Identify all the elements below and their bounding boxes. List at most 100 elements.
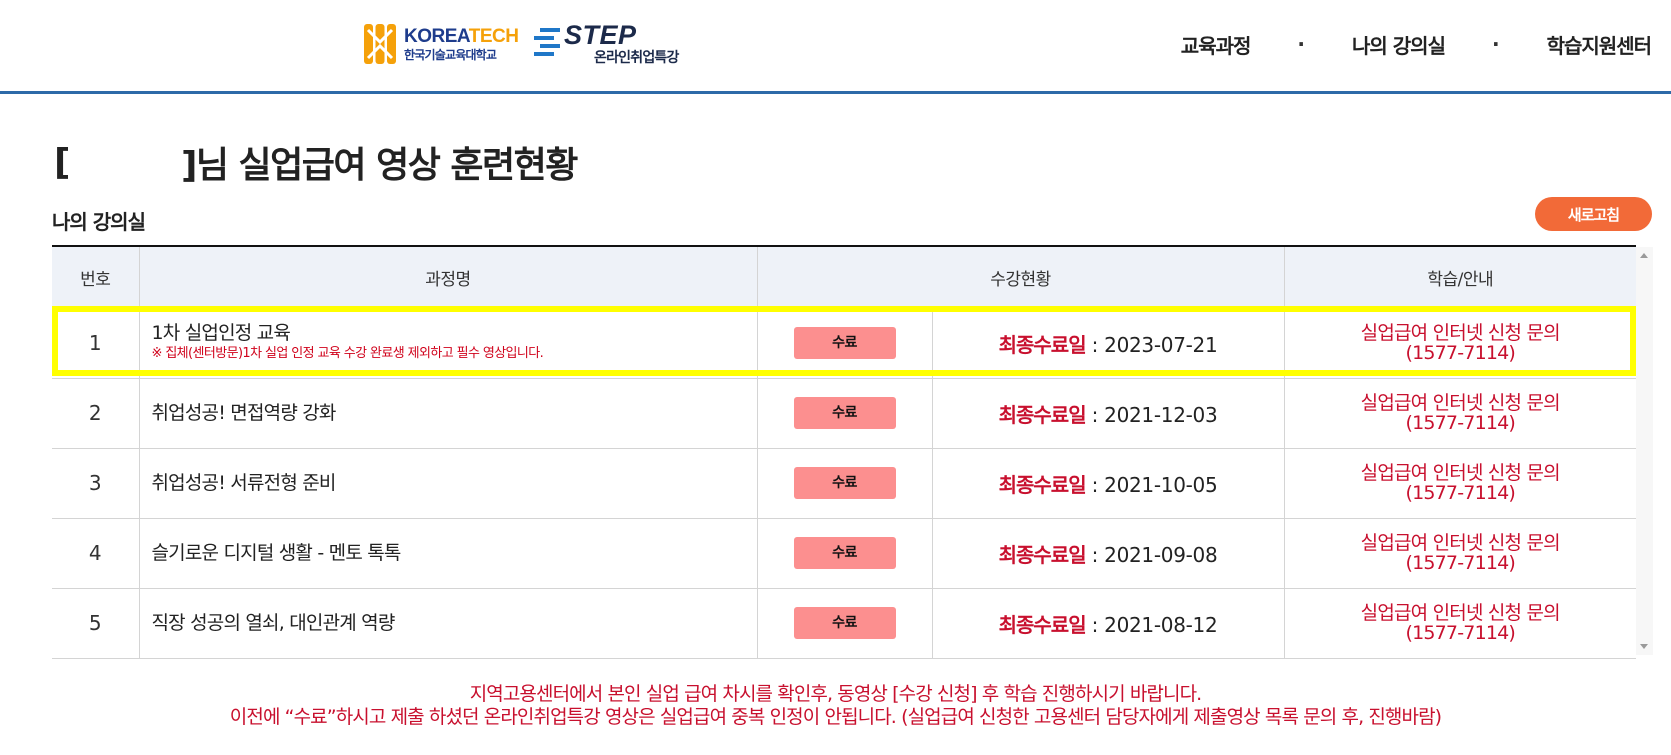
completion-date-label: 최종수료일 [998, 332, 1087, 357]
header-status: 수강현황 [757, 247, 1285, 309]
table-row: 2 취업성공! 면접역량 강화 수료 최종수료일 : 2021-12-03 실업… [52, 378, 1637, 449]
scroll-up-arrow-icon[interactable] [1640, 253, 1648, 258]
completion-date-value: 2023-07-21 [1104, 332, 1218, 357]
refresh-button[interactable]: 새로고침 [1535, 197, 1652, 231]
completed-badge[interactable]: 수료 [793, 327, 896, 359]
completed-badge[interactable]: 수료 [793, 537, 896, 569]
step-logo-text: STEP [564, 20, 637, 50]
guide-phone[interactable]: (1577-7114) [1285, 553, 1637, 573]
course-note: ※ 집체(센터방문)1차 실업 인정 교육 수강 완료생 제외하고 필수 영상입… [151, 346, 544, 361]
guide-phone[interactable]: (1577-7114) [1285, 623, 1637, 643]
course-title[interactable]: 슬기로운 디지털 생활 - 멘토 톡톡 [152, 542, 757, 564]
completion-date-label: 최종수료일 [998, 472, 1087, 497]
guide-phone[interactable]: (1577-7114) [1285, 343, 1637, 363]
section-title: 나의 강의실 [52, 210, 146, 234]
table-row: 5 직장 성공의 열쇠, 대인관계 역량 수료 최종수료일 : 2021-08-… [52, 588, 1637, 659]
course-title[interactable]: 취업성공! 서류전형 준비 [152, 472, 757, 494]
row-status: 수료 [757, 378, 933, 449]
completed-badge[interactable]: 수료 [793, 607, 896, 639]
guide-text[interactable]: 실업급여 인터넷 신청 문의 [1285, 323, 1637, 343]
table-header-row: 번호 과정명 수강현황 학습/안내 [52, 247, 1636, 309]
completion-date-label: 최종수료일 [998, 612, 1087, 637]
row-number: 2 [52, 378, 140, 449]
header-course: 과정명 [139, 247, 758, 309]
completed-badge[interactable]: 수료 [793, 467, 896, 499]
completed-badge[interactable]: 수료 [793, 397, 896, 429]
guide-text[interactable]: 실업급여 인터넷 신청 문의 [1285, 533, 1637, 553]
row-course[interactable]: 1차 실업인정 교육 ※ 집체(센터방문)1차 실업 인정 교육 수강 완료생 … [139, 308, 758, 379]
row-course[interactable]: 슬기로운 디지털 생활 - 멘토 톡톡 [139, 518, 758, 589]
row-completion-date: 최종수료일 : 2023-07-21 [932, 308, 1285, 379]
nav-separator: · [1297, 32, 1306, 56]
row-number: 5 [52, 588, 140, 659]
row-guide-link[interactable]: 실업급여 인터넷 신청 문의 (1577-7114) [1284, 448, 1637, 519]
guide-phone[interactable]: (1577-7114) [1285, 483, 1637, 503]
nav-item-courses[interactable]: 교육과정 [1181, 30, 1252, 59]
row-course[interactable]: 직장 성공의 열쇠, 대인관계 역량 [139, 588, 758, 659]
completion-date-sep: : [1085, 332, 1105, 357]
main-nav: 교육과정 · 나의 강의실 · 학습지원센터 [1181, 28, 1652, 60]
guide-phone[interactable]: (1577-7114) [1285, 413, 1637, 433]
row-number: 3 [52, 448, 140, 519]
nav-item-my-classroom[interactable]: 나의 강의실 [1352, 30, 1446, 59]
row-guide-link[interactable]: 실업급여 인터넷 신청 문의 (1577-7114) [1284, 308, 1637, 379]
completion-date-value: 2021-10-05 [1104, 472, 1218, 497]
notice-line-1: 지역고용센터에서 본인 실업 급여 차시를 확인후, 동영상 [수강 신청] 후… [469, 683, 1203, 705]
page-title: [ ]님 실업급여 영상 훈련현황 [54, 136, 578, 188]
completion-date-sep: : [1085, 472, 1105, 497]
guide-text[interactable]: 실업급여 인터넷 신청 문의 [1285, 463, 1637, 483]
completion-date-label: 최종수료일 [998, 402, 1087, 427]
table-row: 4 슬기로운 디지털 생활 - 멘토 톡톡 수료 최종수료일 : 2021-09… [52, 518, 1637, 589]
notice-line-2: 이전에 “수료”하시고 제출 하셨던 온라인취업특강 영상은 실업급여 중복 인… [229, 706, 1442, 728]
guide-text[interactable]: 실업급여 인터넷 신청 문의 [1285, 603, 1637, 623]
nav-item-learning-support[interactable]: 학습지원센터 [1547, 30, 1652, 59]
row-status: 수료 [757, 588, 933, 659]
nav-separator: · [1491, 32, 1500, 56]
site-header: KOREATECH 한국기술교육대학교 STEP 온라인취업특강 교육과정 · … [0, 0, 1671, 94]
completion-date-sep: : [1085, 542, 1105, 567]
koreatech-emblem-icon [364, 24, 396, 64]
course-title[interactable]: 1차 실업인정 교육 [152, 322, 757, 344]
koreatech-logo[interactable]: KOREATECH 한국기술교육대학교 [362, 20, 519, 68]
row-status: 수료 [757, 308, 933, 379]
row-completion-date: 최종수료일 : 2021-09-08 [932, 518, 1285, 589]
completion-date-value: 2021-12-03 [1104, 402, 1218, 427]
row-number: 4 [52, 518, 140, 589]
row-completion-date: 최종수료일 : 2021-12-03 [932, 378, 1285, 449]
row-guide-link[interactable]: 실업급여 인터넷 신청 문의 (1577-7114) [1284, 378, 1637, 449]
step-logo-korean: 온라인취업특강 [594, 50, 679, 66]
row-status: 수료 [757, 448, 933, 519]
row-completion-date: 최종수료일 : 2021-08-12 [932, 588, 1285, 659]
notice-text: 지역고용센터에서 본인 실업 급여 차시를 확인후, 동영상 [수강 신청] 후… [0, 683, 1671, 729]
course-table: 번호 과정명 수강현황 학습/안내 1 1차 실업인정 교육 ※ 집체(센터방문… [52, 247, 1636, 659]
step-logo[interactable]: STEP 온라인취업특강 [530, 18, 679, 70]
row-course[interactable]: 취업성공! 서류전형 준비 [139, 448, 758, 519]
row-guide-link[interactable]: 실업급여 인터넷 신청 문의 (1577-7114) [1284, 588, 1637, 659]
completion-date-value: 2021-09-08 [1104, 542, 1218, 567]
completion-date-sep: : [1085, 612, 1105, 637]
table-scrollbar[interactable] [1636, 247, 1653, 655]
table-row: 1 1차 실업인정 교육 ※ 집체(센터방문)1차 실업 인정 교육 수강 완료… [52, 308, 1637, 379]
row-course[interactable]: 취업성공! 면접역량 강화 [139, 378, 758, 449]
masked-user-name [72, 143, 177, 181]
course-title[interactable]: 직장 성공의 열쇠, 대인관계 역량 [152, 612, 757, 634]
page-title-bracket: [ [54, 141, 70, 183]
row-guide-link[interactable]: 실업급여 인터넷 신청 문의 (1577-7114) [1284, 518, 1637, 589]
header-guide: 학습/안내 [1284, 247, 1636, 309]
scroll-down-arrow-icon[interactable] [1640, 644, 1648, 649]
koreatech-logo-korean: 한국기술교육대학교 [404, 47, 497, 62]
guide-text[interactable]: 실업급여 인터넷 신청 문의 [1285, 393, 1637, 413]
row-completion-date: 최종수료일 : 2021-10-05 [932, 448, 1285, 519]
row-status: 수료 [757, 518, 933, 589]
page-title-text: ]님 실업급여 영상 훈련현황 [180, 145, 578, 186]
table-row: 3 취업성공! 서류전형 준비 수료 최종수료일 : 2021-10-05 실업… [52, 448, 1637, 519]
row-number: 1 [52, 308, 140, 379]
course-title[interactable]: 취업성공! 면접역량 강화 [152, 402, 757, 424]
course-table-container: 번호 과정명 수강현황 학습/안내 1 1차 실업인정 교육 ※ 집체(센터방문… [52, 245, 1636, 659]
completion-date-label: 최종수료일 [998, 542, 1087, 567]
completion-date-sep: : [1085, 402, 1105, 427]
step-emblem-icon [534, 28, 560, 56]
completion-date-value: 2021-08-12 [1104, 612, 1218, 637]
header-number: 번호 [52, 247, 140, 309]
koreatech-logo-text: KOREATECH [404, 25, 519, 47]
